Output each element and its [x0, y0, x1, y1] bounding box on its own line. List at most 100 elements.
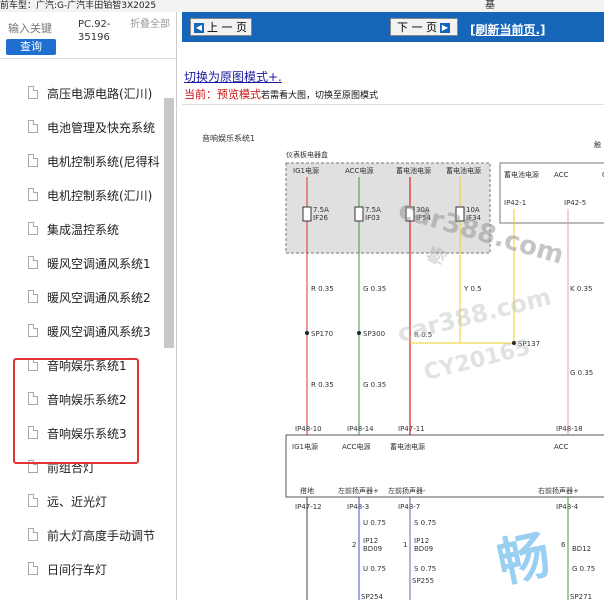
- tree-item[interactable]: 前大灯高度手动调节: [0, 518, 164, 552]
- sidebar-header: 查询 PC.92-35196 折叠全部: [0, 12, 176, 59]
- diagram-title: 音响娱乐系统1: [202, 133, 255, 143]
- prev-page-button[interactable]: ◀ 上 一 页: [190, 18, 252, 36]
- query-button[interactable]: 查询: [6, 39, 56, 55]
- content-pane: ◀ 上 一 页 下 一 页 ▶ [刷新当前页.] 切换为原图模式+. 当前：预览模式…: [182, 12, 604, 600]
- document-icon: [28, 120, 38, 133]
- tree-item[interactable]: 电池管理及快充系统: [0, 110, 164, 144]
- connector-label: BD12: [572, 545, 591, 553]
- splice-label: SP271: [570, 593, 592, 600]
- highlight-box: [13, 358, 139, 464]
- wire-label: U 0.75: [363, 565, 386, 573]
- wire-label: G 0.75: [572, 565, 595, 573]
- tree-item[interactable]: 电机控制系统(尼得科: [0, 144, 164, 178]
- fuse-amp: 10A: [466, 206, 480, 214]
- tree-item[interactable]: 集成温控系统: [0, 212, 164, 246]
- connector-pin: IP48-10: [295, 425, 322, 433]
- tree-item[interactable]: 暖风空调通风系统1: [0, 246, 164, 280]
- pin-number: 2: [352, 541, 356, 549]
- fuse-box-label: 仪表板电器盒: [286, 150, 328, 159]
- pin-number: 1: [403, 541, 407, 549]
- module-label: 左前扬声器+: [338, 486, 379, 495]
- tree-item-label: 电机控制系统(尼得科: [47, 155, 160, 169]
- connector-pin: IP42-1: [504, 199, 526, 207]
- fold-all-button[interactable]: 折叠全部: [130, 18, 170, 31]
- document-icon: [28, 222, 38, 235]
- connector-pin: IP48-3: [347, 503, 369, 511]
- connector-pin: IP42-5: [564, 199, 586, 207]
- splice-label: SP254: [361, 593, 384, 600]
- tree-item[interactable]: 暖风空调通风系统3: [0, 314, 164, 348]
- wire-label: U 0.75: [363, 519, 386, 527]
- prev-page-label: 上 一 页: [207, 21, 247, 34]
- mode-hint: 若需看大图，切换至原图模式: [261, 91, 379, 101]
- right-label: 触: [594, 140, 601, 149]
- document-icon: [28, 256, 38, 269]
- document-icon: [28, 154, 38, 167]
- splice-dot: [512, 341, 516, 345]
- document-icon: [28, 86, 38, 99]
- next-page-button[interactable]: 下 一 页 ▶: [390, 18, 458, 36]
- search-input[interactable]: [8, 20, 72, 36]
- splice-label: SP137: [518, 340, 540, 348]
- connector-label: IP12: [414, 537, 429, 545]
- fuse-id: IF03: [365, 214, 380, 222]
- arrow-right-icon: ▶: [440, 23, 450, 33]
- window-title: 前车型：广汽:G-广汽丰田铂智3X2025: [0, 1, 157, 11]
- fuse-id: IF54: [416, 214, 432, 222]
- tree-item-label: 电池管理及快充系统: [47, 121, 156, 135]
- fuse-amp: 30A: [416, 206, 430, 214]
- fuse-id: IF26: [313, 214, 329, 222]
- document-icon: [28, 324, 38, 337]
- wire-label: R 0.35: [311, 285, 334, 293]
- document-icon: [28, 188, 38, 201]
- tree-item-label: 暖风空调通风系统2: [47, 291, 151, 305]
- tree-item-label: 电机控制系统(汇川): [47, 189, 153, 203]
- sidebar-scrollbar[interactable]: [164, 98, 174, 348]
- document-icon: [28, 494, 38, 507]
- fuse-amp: 7.5A: [313, 206, 329, 214]
- document-icon: [28, 562, 38, 575]
- splice-label: SP170: [311, 330, 333, 338]
- power-label: 蓄电池电源: [396, 166, 431, 175]
- menu-item[interactable]: 基: [485, 0, 495, 12]
- fuse-symbol: [302, 206, 312, 222]
- wire-label: G 0.35: [363, 285, 386, 293]
- tree-item[interactable]: 高压电源电路(汇川): [0, 76, 164, 110]
- module-label: 蓄电池电源: [390, 442, 425, 451]
- wire-label: R 0.5: [414, 331, 432, 339]
- tree-item-label: 暖风空调通风系统3: [47, 325, 151, 339]
- refresh-link[interactable]: [刷新当前页.]: [470, 21, 546, 38]
- power-label: 蓄电池电源: [446, 166, 481, 175]
- sidebar: 查询 PC.92-35196 折叠全部 高压电源电路(汇川) 电池管理及快充系统电…: [0, 12, 177, 600]
- wire-label: S 0.75: [414, 519, 436, 527]
- connector-pin: IP47-11: [398, 425, 425, 433]
- tree-item[interactable]: 暖风空调通风系统2: [0, 280, 164, 314]
- wire-label: R 0.35: [311, 381, 334, 389]
- title-bar: 前车型：广汽:G-广汽丰田铂智3X2025 基: [0, 0, 604, 12]
- splice-label: SP300: [363, 330, 385, 338]
- fuse-symbol: [455, 206, 465, 222]
- connector-pin: IP47-12: [295, 503, 322, 511]
- connector-label: BD09: [414, 545, 433, 553]
- tree-item[interactable]: 远、近光灯: [0, 484, 164, 518]
- wire-label: K 0.35: [570, 285, 592, 293]
- wire-label: S 0.75: [414, 565, 436, 573]
- tree-item[interactable]: 日间行车灯: [0, 552, 164, 586]
- tree-item-label: 高压电源电路(汇川): [47, 87, 153, 101]
- wiring-diagram: 音响娱乐系统1 仪表板电器盒 触 IG1电源 ACC电源 蓄电池电源 蓄电池电源 7.…: [182, 104, 604, 600]
- tree-item[interactable]: 电机控制系统(汇川): [0, 178, 164, 212]
- right-box-label: 蓄电池电源: [504, 170, 539, 179]
- fuse-symbol: [405, 206, 415, 222]
- mode-prefix: 当前：: [184, 88, 217, 101]
- splice-dot: [305, 331, 309, 335]
- tree-item-label: 日间行车灯: [47, 563, 108, 577]
- mode-name: 预览模式: [217, 88, 261, 101]
- connector-pin: IP48-18: [556, 425, 583, 433]
- module-label: ACC: [554, 443, 569, 451]
- module-label: 右前扬声器+: [538, 486, 579, 495]
- wire-label: G 0.35: [363, 381, 386, 389]
- connector-pin: IP48-14: [347, 425, 374, 433]
- module-label: 搭地: [300, 486, 314, 495]
- wire-label: G 0.35: [570, 369, 593, 377]
- switch-mode-link[interactable]: 切换为原图模式+.: [184, 68, 282, 85]
